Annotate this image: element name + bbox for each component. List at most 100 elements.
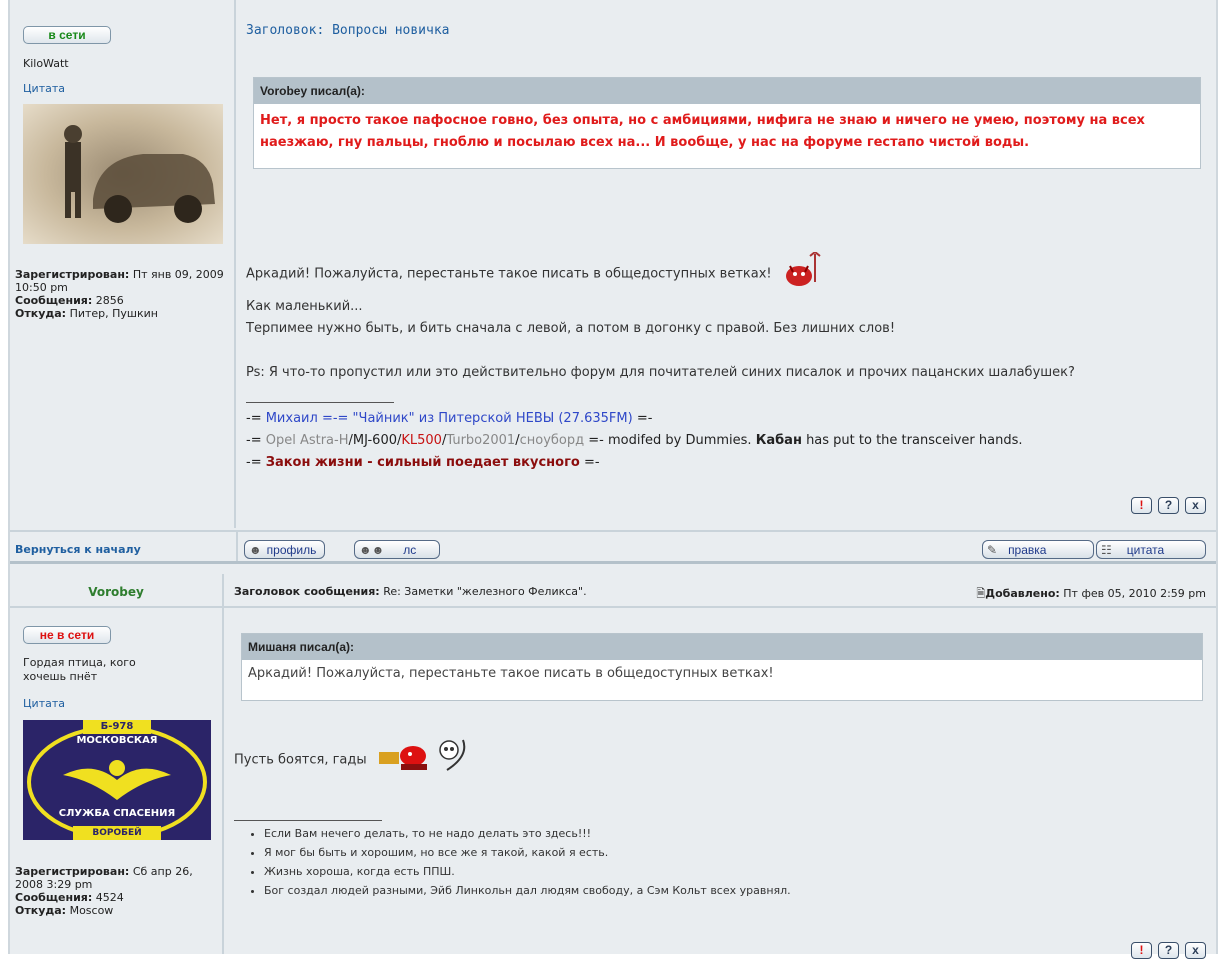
sig-text: Turbo2001 (446, 433, 516, 448)
profile-button[interactable]: ☻ профиль (244, 540, 326, 559)
edit-button[interactable]: ✎ правка (982, 540, 1094, 559)
post: в сети KiloWatt Цитата Зарегистрирован: … (10, 0, 1216, 528)
added-label: Добавлено: (985, 587, 1060, 600)
report-icon[interactable]: ! (1131, 942, 1152, 959)
message-line: Пусть боятся, гады (234, 752, 367, 768)
username: KiloWatt (23, 57, 69, 70)
back-to-top-link[interactable]: Вернуться к началу (15, 543, 141, 556)
subject-label: Заголовок сообщения: (234, 585, 380, 598)
sig-text: -= (246, 433, 266, 448)
from-value: Питер, Пушкин (69, 307, 158, 320)
posts-value: 2856 (95, 294, 124, 307)
list-item: Если Вам нечего делать, то не надо делат… (264, 824, 791, 843)
sig-text: -= (246, 411, 266, 426)
signature-list: Если Вам нечего делать, то не надо делат… (246, 824, 791, 900)
post-date: 🗎Добавлено: Пт фев 05, 2010 2:59 pm (976, 585, 1206, 604)
sig-text: =- modifed by Dummies. (584, 433, 756, 448)
post-body: Мишаня писал(а): Аркадий! Пожалуйста, пе… (224, 608, 1216, 959)
avatar-badge: Б-978 (83, 720, 151, 734)
quote-block: Мишаня писал(а): Аркадий! Пожалуйста, пе… (241, 633, 1203, 701)
signature-divider (246, 402, 394, 403)
quote-button-label: цитата (1126, 542, 1165, 557)
sig-text: Закон жизни - сильный поедает вкусного (265, 455, 580, 470)
users-icon: ☻☻ (359, 542, 385, 557)
added-value: Пт фев 05, 2010 2:59 pm (1063, 587, 1206, 600)
document-icon: 🗎 (976, 587, 986, 600)
avatar: Б-978 МОСКОВСКАЯ СЛУЖБА СПАСЕНИЯ ВОРОБЕЙ (23, 720, 211, 840)
edit-button-label: правка (1008, 542, 1047, 557)
quote-author: Мишаня писал(а): (242, 634, 1202, 660)
quote-text: Аркадий! Пожалуйста, перестаньте такое п… (248, 666, 774, 681)
quote-text: Нет, я просто такое пафосное говно, без … (260, 113, 1145, 150)
tank-smiley-icon (377, 740, 429, 780)
quote-button[interactable]: ☷ цитата (1096, 540, 1206, 559)
list-item: Бог создал людей разными, Эйб Линкольн д… (264, 881, 791, 900)
from-label: Откуда: (15, 307, 67, 320)
skull-scythe-icon (435, 738, 469, 782)
posts-label: Сообщения: (15, 891, 93, 904)
from-label: Откуда: (15, 904, 67, 917)
avatar-caption: МОСКОВСКАЯ (76, 735, 158, 746)
post-subject[interactable]: Заголовок: Вопросы новичка (246, 23, 450, 38)
report-icon[interactable]: ! (1131, 497, 1152, 514)
post-author-panel: не в сети Гордая птица, кого хочешь пнёт… (10, 608, 224, 954)
post-header: Vorobey Заголовок сообщения: Re: Заметки… (10, 574, 1216, 608)
forum-thread: в сети KiloWatt Цитата Зарегистрирован: … (8, 0, 1218, 959)
sig-text: =- (579, 455, 600, 470)
avatar-caption: СЛУЖБА СПАСЕНИЯ (58, 808, 176, 819)
user-icon: ☻ (249, 542, 262, 557)
post-subject: Заголовок сообщения: Re: Заметки "железн… (234, 585, 587, 598)
post-action-icons: ! ? x (1131, 942, 1206, 959)
post-author-name[interactable]: Vorobey (10, 574, 224, 606)
profile-button-label: профиль (266, 542, 317, 557)
list-item: Жизнь хороша, когда есть ППШ. (264, 862, 791, 881)
message-line: Терпимее нужно быть, и бить сначала с ле… (246, 321, 896, 336)
message-line: Аркадий! Пожалуйста, перестаньте такое п… (246, 266, 772, 282)
offline-status-button[interactable]: не в сети (23, 626, 111, 644)
close-icon[interactable]: x (1185, 497, 1206, 514)
quote-link[interactable]: Цитата (23, 697, 65, 710)
sig-text: Кабан (755, 433, 802, 448)
post: не в сети Гордая птица, кого хочешь пнёт… (10, 608, 1216, 959)
help-icon[interactable]: ? (1158, 942, 1179, 959)
message-text: Аркадий! Пожалуйста, перестаньте такое п… (246, 250, 1075, 384)
post-action-icons: ! ? x (1131, 497, 1206, 514)
message-text: Пусть боятся, гады (234, 738, 469, 782)
quote-link[interactable]: Цитата (23, 82, 65, 95)
posts-value: 4524 (95, 891, 124, 904)
signature-divider (234, 820, 382, 821)
devil-smiley-icon (782, 250, 822, 296)
user-title: Гордая птица, кого хочешь пнёт (23, 656, 136, 683)
online-status-button[interactable]: в сети (23, 26, 111, 44)
quote-block: Vorobey писал(а): Нет, я просто такое па… (253, 77, 1201, 169)
avatar-badge: ВОРОБЕЙ (73, 826, 161, 840)
subject-value: Re: Заметки "железного Феликса". (383, 585, 587, 598)
message-line: Как маленький... (246, 299, 363, 314)
avatar (23, 104, 223, 244)
pm-button[interactable]: ☻☻ лс (354, 540, 440, 559)
quote-bubble-icon: ☷ (1101, 542, 1112, 557)
post-author-panel: в сети KiloWatt Цитата Зарегистрирован: … (10, 0, 236, 528)
close-icon[interactable]: x (1185, 942, 1206, 959)
post-body: Заголовок: Вопросы новичка Vorobey писал… (236, 0, 1216, 528)
user-info: Зарегистрирован: Пт янв 09, 2009 10:50 p… (15, 268, 234, 320)
message-line: Ps: Я что-то пропустил или это действите… (246, 365, 1075, 380)
sig-text: KL500 (401, 433, 442, 448)
signature: -= Михаил =-= "Чайник" из Питерской НЕВЫ… (246, 408, 1023, 474)
sig-text: Opel Astra-H (265, 433, 349, 448)
registered-label: Зарегистрирован: (15, 268, 130, 281)
sig-text: MJ-600 (352, 433, 397, 448)
sig-text: has put to the transceiver hands. (801, 433, 1023, 448)
list-item: Я мог бы быть и хорошим, но все же я так… (264, 843, 791, 862)
help-icon[interactable]: ? (1158, 497, 1179, 514)
sig-name: Михаил (265, 411, 318, 426)
posts-label: Сообщения: (15, 294, 93, 307)
user-info: Зарегистрирован: Сб апр 26, 2008 3:29 pm… (15, 865, 222, 917)
sig-text: =-= "Чайник" из Питерской НЕВЫ (27.635FM… (317, 411, 633, 426)
edit-icon: ✎ (987, 542, 998, 557)
post-button-bar: Вернуться к началу ☻ профиль ☻☻ лс ✎ пра… (10, 530, 1216, 564)
sig-text: сноуборд (519, 433, 585, 448)
from-value: Moscow (69, 904, 114, 917)
sig-text: =- (632, 411, 653, 426)
divider (236, 532, 238, 561)
